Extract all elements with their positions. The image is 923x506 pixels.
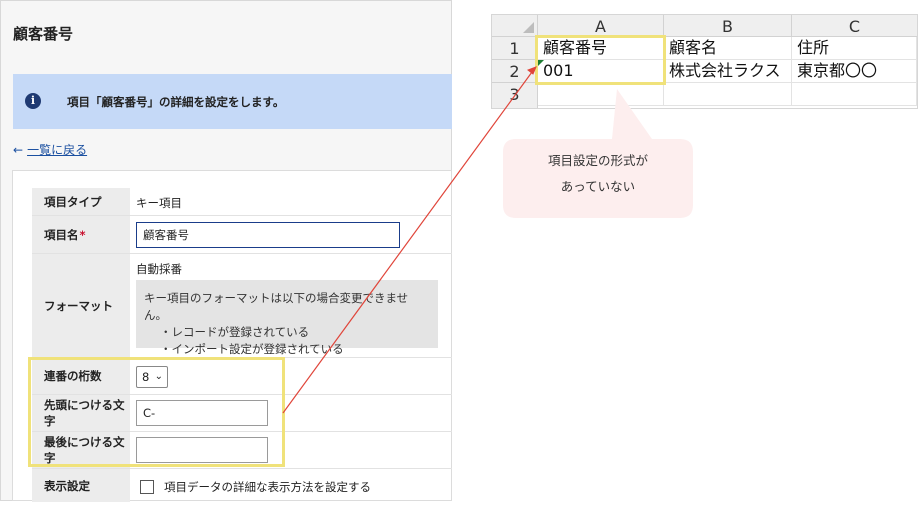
arrow-line xyxy=(282,71,533,414)
annotation-overlay xyxy=(282,66,693,414)
callout-line-1: 項目設定の形式が xyxy=(547,153,648,168)
callout-text: 項目設定の形式が あっていない xyxy=(503,148,693,200)
arrow-head-icon xyxy=(527,66,537,75)
callout-line-2: あっていない xyxy=(560,179,636,194)
